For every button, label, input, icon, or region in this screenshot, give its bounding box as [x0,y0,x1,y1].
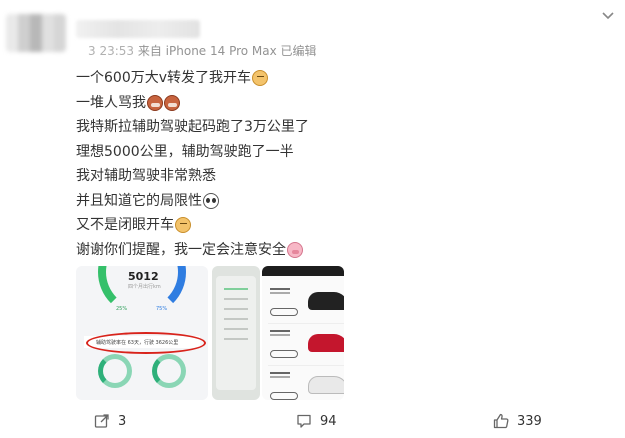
post-line: 并且知道它的局限性 [76,189,376,214]
post-line: 谢谢你们提醒，我一定会注意安全 [76,238,376,263]
post-line: 理想5000公里，辅助驾驶跑了一半 [76,143,294,160]
post-meta: 3 23:53 来自 iPhone 14 Pro Max 已编辑 [88,42,317,59]
post-line: 一个600万大v转发了我开车 [76,66,376,91]
mini-ring-chart [152,354,186,388]
post-line: 一堆人骂我 [76,91,376,116]
comment-count: 94 [320,413,337,429]
post-source: 来自 iPhone 14 Pro Max 已编辑 [137,44,317,58]
stat-number: 5012 [128,270,159,283]
sad-emoji-icon [147,94,163,111]
action-bar: 3 94 339 [0,408,625,434]
post-content: 一个600万大v转发了我开车 一堆人骂我 我特斯拉辅助驾驶起码跑了3万公里了 理… [76,66,376,262]
red-circle-annotation [86,332,206,354]
doge-emoji-icon [175,217,191,234]
sad-emoji-icon [164,94,180,111]
stat-percent-left: 25% [116,306,128,312]
comment-icon [297,414,311,428]
stat-caption: 四个月出行km [128,284,161,290]
image-thumbnail-phone[interactable] [212,266,260,400]
doge-emoji-icon [252,70,269,87]
post-time: 3 23:53 [88,44,135,58]
phone-screen [216,276,256,390]
stat-percent-right: 75% [156,306,168,312]
share-button[interactable]: 3 [94,408,126,434]
car-row [268,368,344,400]
share-count: 3 [118,413,127,429]
post-line: 我对辅助驾驶非常熟悉 [76,168,216,184]
pig-emoji-icon [287,241,303,258]
image-thumbnail-stats[interactable]: 5012 四个月出行km 25% 75% 辅助驾驶率在 63天，行驶 3626公… [76,266,208,400]
comment-button[interactable]: 94 [296,408,337,434]
car-row [268,326,344,366]
avatar[interactable] [6,14,66,52]
like-button[interactable]: 339 [493,408,542,434]
image-thumbnail-cars[interactable] [262,266,344,400]
chevron-down-icon[interactable] [601,8,615,22]
thumbs-up-icon [493,413,509,429]
mini-ring-chart [98,354,132,388]
app-top-bar [262,266,344,276]
car-image [308,292,344,310]
car-row [268,284,344,324]
car-image [308,376,344,394]
like-count: 339 [517,413,542,429]
post-line: 又不是闭眼开车 [76,213,376,238]
share-icon [94,414,109,428]
panda-emoji-icon [203,192,219,209]
image-gallery: 5012 四个月出行km 25% 75% 辅助驾驶率在 63天，行驶 3626公… [76,266,344,400]
car-image [308,334,344,352]
post-line: 我特斯拉辅助驾驶起码跑了3万公里了 [76,119,309,135]
username-blurred[interactable] [76,20,200,38]
